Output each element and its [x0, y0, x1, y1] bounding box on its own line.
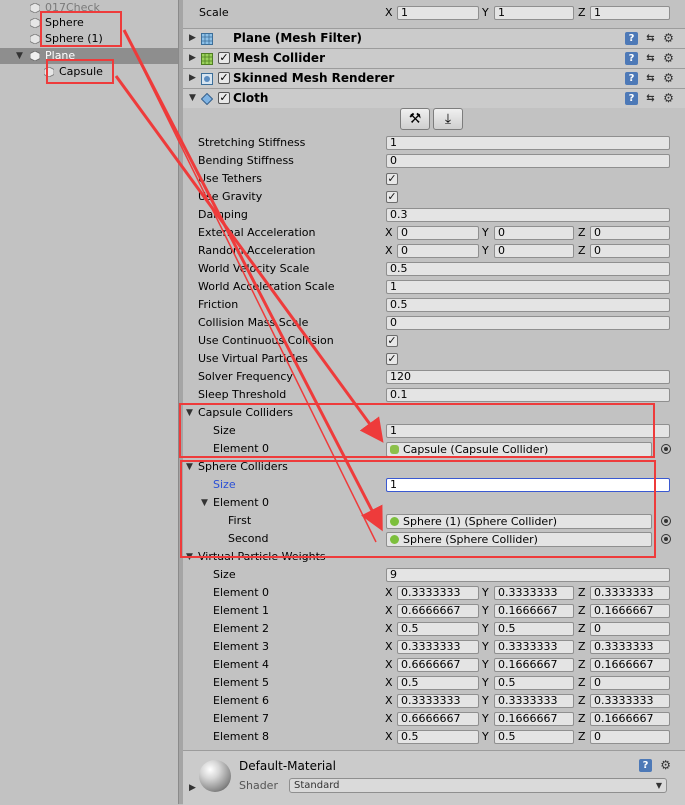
arrow-spheres-to-sphere-colliders	[122, 29, 383, 532]
annotation-arrows	[114, 29, 384, 543]
arrow-sphere-secondary-line	[127, 37, 377, 543]
arrow-capsule-to-capsule-collider	[114, 75, 384, 443]
